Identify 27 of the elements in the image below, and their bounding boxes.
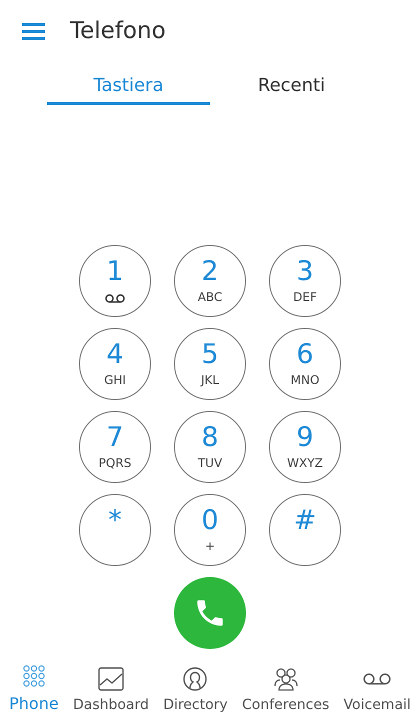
nav-tab[interactable]: Phone [9,660,59,716]
dial-key[interactable]: 2 ABC [174,245,246,317]
dial-key[interactable]: # [269,494,341,566]
voicemail-icon [363,673,392,685]
nav-tab[interactable]: Voicemail [344,660,411,716]
voicemail-icon [105,294,125,303]
dial-key[interactable]: 8 TUV [174,411,246,483]
dial-key[interactable]: 3 DEF [269,245,341,317]
dial-key[interactable]: 9 WXYZ [269,411,341,483]
tab[interactable]: Tastiera [47,62,210,105]
dial-key[interactable]: 6 MNO [269,328,341,400]
nav-tab[interactable]: Conferences [242,660,330,716]
nav-tab[interactable]: Directory [163,660,228,716]
tab[interactable]: Recenti [210,62,373,105]
dial-key[interactable]: 7 PQRS [79,411,151,483]
chart-icon [98,667,124,691]
person-icon [183,667,208,691]
keypad-icon [22,665,45,687]
screen-title: Telefono [70,18,166,44]
dial-key[interactable]: 5 JKL [174,328,246,400]
group-icon [272,667,299,691]
dial-key[interactable]: * [79,494,151,566]
dial-key[interactable]: 4 GHI [79,328,151,400]
dial-key[interactable]: 0 + [174,494,246,566]
menu-icon[interactable] [22,22,45,40]
dial-key[interactable]: 1 [79,245,151,317]
nav-tab[interactable]: Dashboard [72,660,149,716]
